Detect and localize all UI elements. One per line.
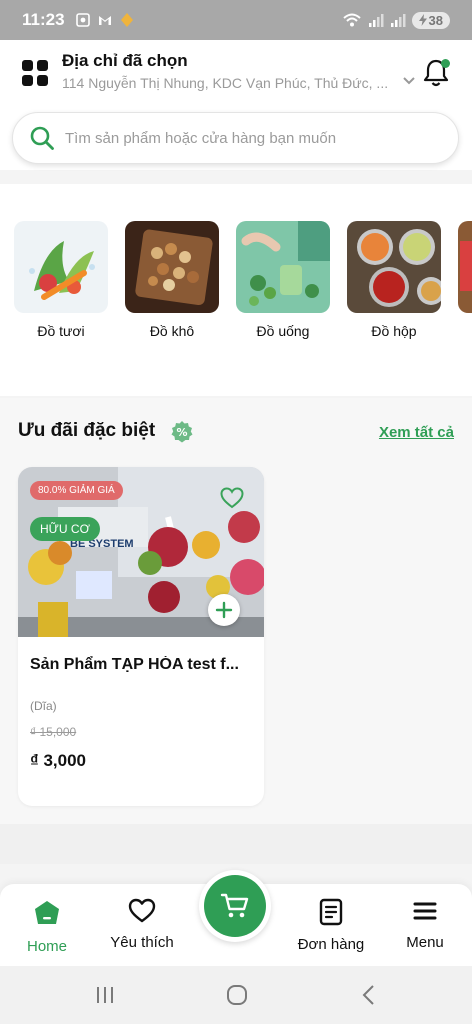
- recent-apps-icon[interactable]: [94, 984, 116, 1006]
- charging-icon: [418, 14, 427, 26]
- category-item-canned[interactable]: Đồ hộp: [347, 221, 441, 339]
- cart-button[interactable]: [199, 870, 271, 942]
- heart-outline-icon: [128, 898, 156, 923]
- notification-dot: [441, 59, 450, 68]
- category-label: Đồ tươi: [37, 323, 85, 339]
- search-bar[interactable]: [12, 112, 459, 164]
- drinks-image: [236, 221, 330, 313]
- address-line[interactable]: 114 Nguyễn Thị Nhung, KDC Vạn Phúc, Thủ …: [62, 75, 392, 91]
- status-notification-icons: [75, 12, 135, 28]
- nav-favorites-label: Yêu thích: [110, 934, 174, 951]
- product-price: ₫ 3,000: [30, 751, 86, 770]
- battery-indicator: 38: [411, 11, 450, 29]
- battery-level: 38: [428, 12, 443, 28]
- nav-favorites[interactable]: Yêu thích: [108, 898, 176, 951]
- section-title: Ưu đãi đặc biệt: [18, 420, 156, 441]
- category-item-dry[interactable]: Đồ khô: [125, 221, 219, 339]
- home-circle-icon[interactable]: [226, 984, 248, 1006]
- gmail-icon: [98, 16, 111, 25]
- screenshot-icon: [75, 13, 90, 27]
- product-name: Sản Phẩm TẠP HÓA test f...: [30, 656, 239, 673]
- cart-button-inner: [204, 875, 266, 937]
- app-header: Địa chỉ đã chọn 114 Nguyễn Thị Nhung, KD…: [0, 40, 472, 170]
- hamburger-menu-icon: [413, 902, 437, 920]
- canned-food-image: [347, 221, 441, 313]
- system-navigation-bar: [0, 966, 472, 1024]
- category-item-drinks[interactable]: Đồ uống: [236, 221, 330, 339]
- section-divider: [0, 824, 472, 864]
- discount-badge-icon: %: [171, 421, 193, 443]
- category-label: Đồ uống: [256, 323, 310, 339]
- category-item-fresh[interactable]: Đồ tươi: [14, 221, 108, 339]
- product-card[interactable]: BE SYSTEM 80.0% GIẢM GIÁ HỮU CƠ Sản Phẩm…: [18, 467, 264, 806]
- plus-icon: [215, 601, 233, 619]
- product-unit: (Dĩa): [30, 699, 57, 713]
- product-old-price: ₫ 15,000: [30, 725, 77, 739]
- categories-grid-icon[interactable]: [22, 60, 48, 86]
- status-system-icons: 38: [342, 11, 450, 29]
- discount-tag: 80.0% GIẢM GIÁ: [30, 481, 123, 500]
- signal-icon: [368, 14, 384, 27]
- categories-section: Đồ tươi Đồ khô Đồ uống Đồ hộp: [0, 184, 472, 396]
- chevron-down-icon[interactable]: [402, 76, 416, 86]
- special-deals-section: Ưu đãi đặc biệt % Xem tất cả BE SYSTEM 8…: [0, 398, 472, 824]
- signal-2-icon: [390, 14, 406, 27]
- shopping-cart-icon: [220, 893, 249, 918]
- organic-tag: HỮU CƠ: [30, 517, 100, 541]
- nav-menu-label: Menu: [406, 934, 444, 951]
- category-label: Đồ khô: [149, 323, 195, 339]
- add-to-cart-button[interactable]: [208, 594, 240, 626]
- category-item-more[interactable]: [458, 221, 472, 313]
- back-icon[interactable]: [358, 984, 380, 1006]
- address-title[interactable]: Địa chỉ đã chọn: [62, 51, 188, 71]
- category-label: Đồ hộp: [371, 323, 417, 339]
- orders-document-icon: [319, 898, 343, 926]
- search-input[interactable]: [65, 129, 435, 147]
- nav-home[interactable]: Home: [24, 898, 70, 955]
- home-icon: [35, 901, 59, 924]
- nav-menu[interactable]: Menu: [402, 898, 448, 951]
- nav-home-label: Home: [26, 938, 67, 955]
- svg-text:%: %: [176, 426, 187, 439]
- status-time: 11:23: [22, 10, 65, 29]
- status-bar: 11:23 38: [0, 0, 472, 40]
- heart-icon[interactable]: [220, 487, 244, 509]
- nav-orders[interactable]: Đơn hàng: [296, 898, 366, 953]
- more-category-image: [458, 221, 472, 313]
- fresh-vegetables-image: [14, 221, 108, 313]
- search-icon: [30, 126, 54, 150]
- wifi-icon: [342, 13, 361, 27]
- app-notification-icon: [120, 13, 133, 27]
- nav-orders-label: Đơn hàng: [297, 936, 365, 953]
- dry-nuts-image: [125, 221, 219, 313]
- see-all-link[interactable]: Xem tất cả: [379, 424, 454, 441]
